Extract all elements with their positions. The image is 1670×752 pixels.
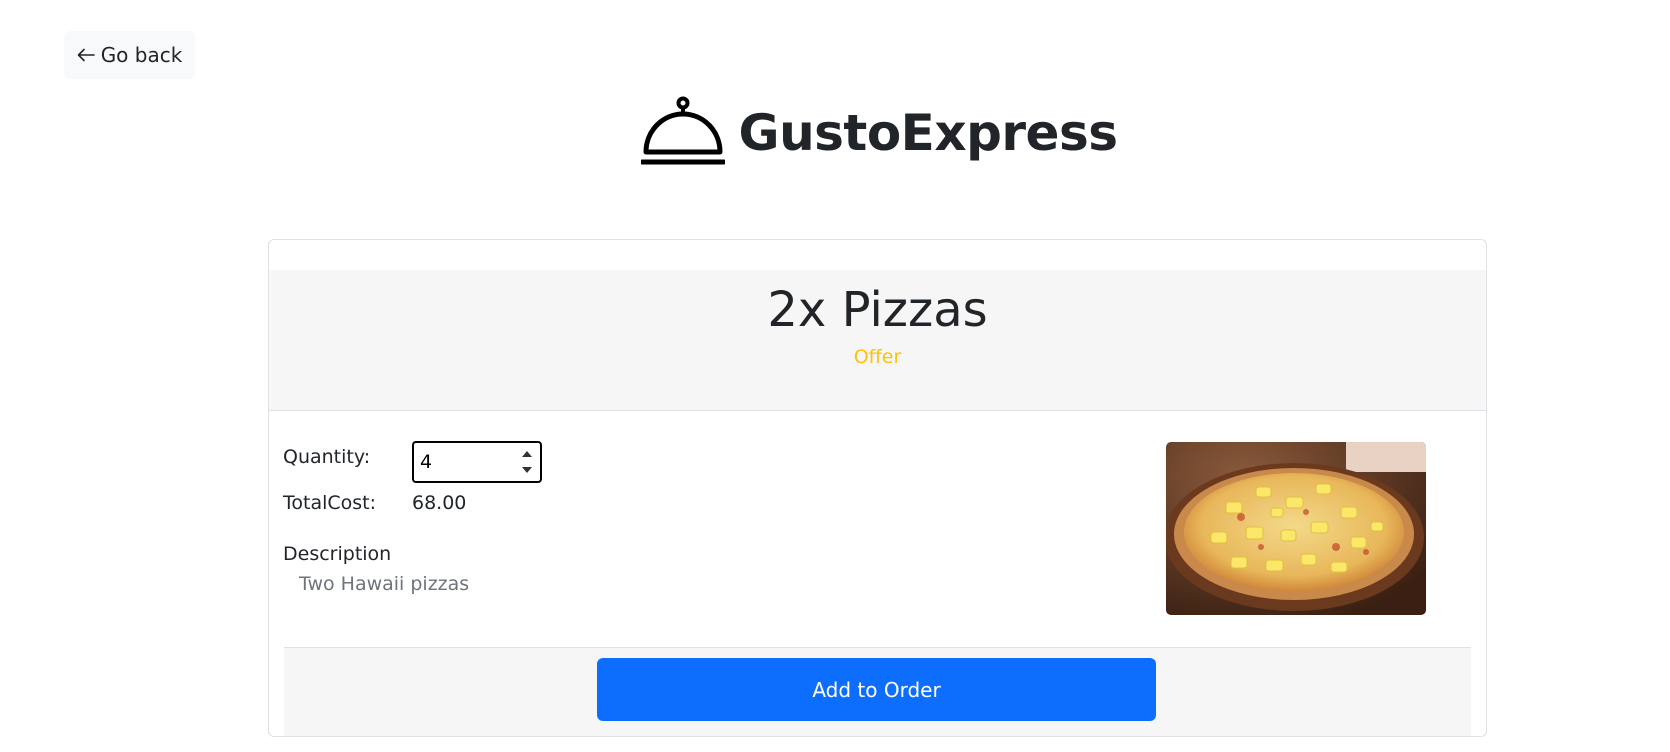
- description-label: Description: [283, 543, 392, 565]
- stepper-up-icon[interactable]: [522, 451, 532, 457]
- total-cost-label: TotalCost:: [283, 492, 377, 514]
- quantity-stepper[interactable]: 4: [412, 441, 542, 483]
- brand-header: GustoExpress: [0, 96, 1670, 170]
- pizza-image: [1166, 442, 1426, 615]
- product-title: 2x Pizzas: [767, 282, 988, 338]
- arrow-left-icon: [77, 48, 95, 62]
- product-header: 2x Pizzas Offer: [269, 270, 1486, 411]
- offer-badge: Offer: [853, 345, 902, 368]
- add-to-order-button[interactable]: Add to Order: [597, 658, 1156, 721]
- description-text: Two Hawaii pizzas: [299, 573, 470, 595]
- quantity-value: 4: [420, 451, 433, 473]
- stepper-arrows-icon[interactable]: [520, 448, 534, 476]
- go-back-button[interactable]: Go back: [64, 31, 195, 79]
- go-back-label: Go back: [100, 43, 183, 67]
- cloche-icon: [639, 96, 727, 170]
- stepper-down-icon[interactable]: [522, 467, 532, 473]
- product-card: 2x Pizzas Offer Quantity: 4 TotalCost: 6…: [268, 239, 1487, 737]
- quantity-label: Quantity:: [283, 446, 371, 468]
- total-cost-value: 68.00: [412, 492, 467, 514]
- card-footer: Add to Order: [284, 647, 1471, 736]
- brand-name: GustoExpress: [738, 104, 1118, 162]
